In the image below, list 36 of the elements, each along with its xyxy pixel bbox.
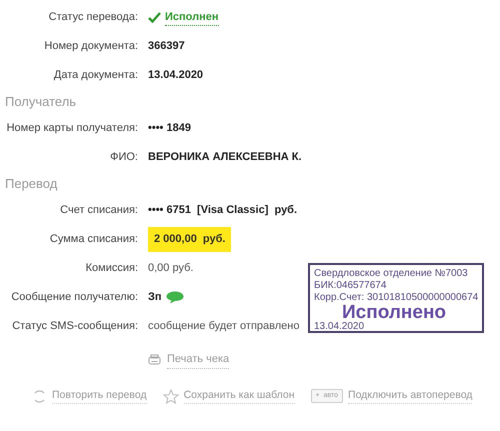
field-value: 0,00 руб. — [148, 261, 194, 276]
field-value: сообщение будет отправлено — [148, 319, 300, 334]
field-value: 13.04.2020 — [148, 68, 204, 84]
amount-value: 2 000,00 руб. — [148, 227, 232, 252]
field-value: •••• 1849 — [148, 121, 191, 136]
refresh-icon — [32, 388, 47, 404]
status-value: Исполнен — [165, 8, 219, 26]
print-receipt-link[interactable]: Печать чека — [167, 351, 230, 369]
action-link[interactable]: Подключить автоперевод — [348, 388, 472, 404]
printer-icon — [148, 354, 161, 366]
field-label: Счет списания: — [59, 203, 138, 218]
stamp-date: 13.04.2020 — [314, 321, 366, 332]
field-value: Зп — [148, 290, 162, 306]
field-value: •••• 6751 [Visa Classic] руб. — [148, 203, 298, 218]
field-value: ВЕРОНИКА АЛЕКСЕЕВНА К. — [148, 150, 302, 166]
field-label: Статус SMS-сообщения: — [11, 319, 138, 334]
field-label: ФИО: — [109, 150, 138, 166]
field-label: Комиссия: — [84, 261, 138, 276]
field-value: 366397 — [148, 39, 185, 54]
field-label: Дата документа: — [52, 68, 138, 84]
stamp-text: Корр.Счет: 30101810500000000674 — [314, 292, 478, 304]
field-label: Сообщение получателю: — [10, 290, 138, 306]
action-link[interactable]: Сохранить как шаблон — [184, 388, 295, 404]
field-label: Сумма списания: — [48, 232, 138, 248]
sms-bubble-icon — [166, 291, 184, 304]
section-title: Перевод — [4, 175, 58, 194]
field-label: Статус перевода: — [48, 10, 138, 26]
action-link[interactable]: Повторить перевод — [52, 388, 147, 404]
check-icon — [148, 12, 161, 23]
stamp-text: БИК:046577674 — [314, 280, 388, 292]
field-label: Номер карты получателя: — [6, 121, 138, 136]
field-label: Номер документа: — [43, 39, 138, 54]
section-title: Получатель — [4, 93, 78, 112]
star-icon — [162, 388, 179, 404]
stamp-status: Исполнено — [342, 304, 448, 321]
stamp-text: Свердловское отделение №7003 — [314, 268, 469, 280]
